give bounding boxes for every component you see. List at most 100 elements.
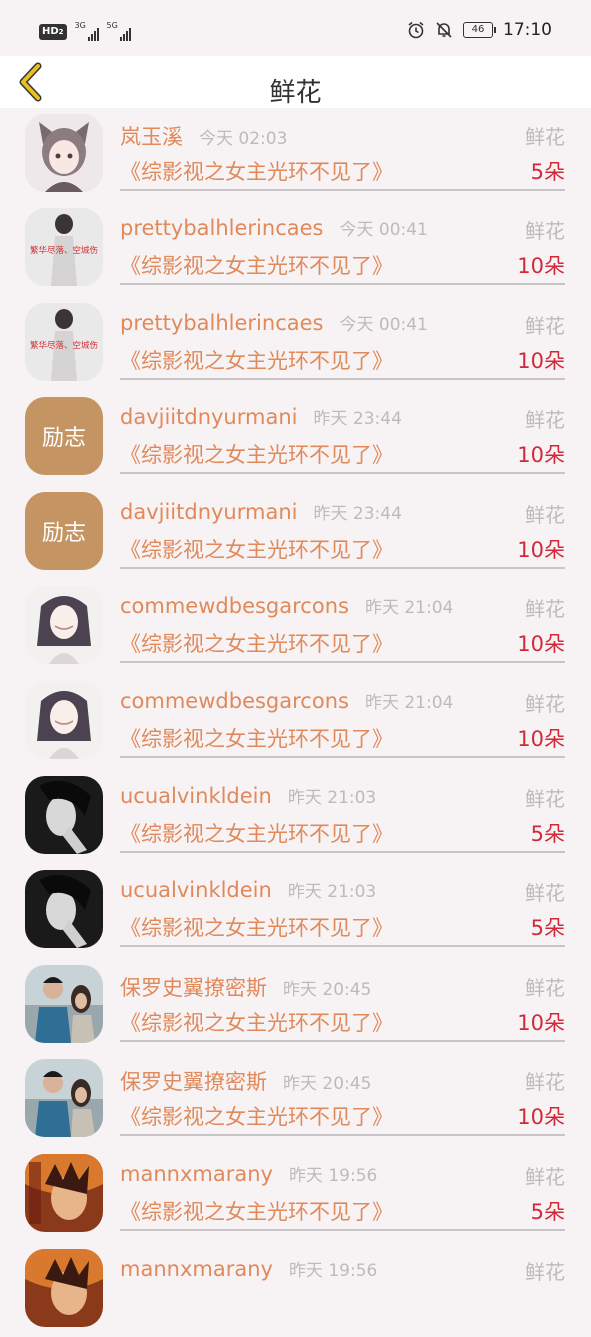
gift-type-label: 鲜花 (525, 1259, 565, 1284)
username-text[interactable]: mannxmarany (120, 1257, 273, 1281)
avatar[interactable]: 励志 (25, 491, 103, 570)
username-text[interactable]: prettybalhlerincaes (120, 216, 323, 240)
username-text[interactable]: 保罗史翼撩密斯 (120, 976, 267, 1000)
gift-amount: 10朵 (517, 1010, 565, 1035)
username[interactable]: prettybalhlerincaes 今天 00:41 (120, 310, 428, 335)
timestamp: 昨天 20:45 (283, 1074, 372, 1095)
avatar[interactable]: 励志 (25, 397, 103, 476)
timestamp: 昨天 21:03 (287, 787, 377, 808)
alarm-icon (408, 21, 424, 39)
book-title[interactable]: 《综影视之女主光环不见了》 (120, 156, 393, 186)
username[interactable]: commewdbesgarcons 昨天 21:04 (120, 593, 453, 618)
divider (120, 661, 565, 664)
list-item[interactable]: ucualvinkldein 昨天 21:03 鲜花 《综影视之女主光环不见了》 … (0, 770, 591, 865)
timestamp: 昨天 19:56 (288, 1165, 378, 1186)
book-title[interactable]: 《综影视之女主光环不见了》 (120, 818, 393, 848)
gift-amount: 10朵 (517, 443, 565, 468)
divider (120, 189, 565, 191)
timestamp: 昨天 19:56 (288, 1260, 378, 1281)
username-text[interactable]: ucualvinkldein (120, 784, 272, 808)
avatar[interactable] (25, 964, 103, 1043)
book-title[interactable]: 《综影视之女主光环不见了》 (120, 534, 393, 564)
gift-amount: 5朵 (530, 821, 565, 846)
avatar[interactable] (25, 586, 103, 665)
username[interactable]: 岚玉溪 今天 02:03 (120, 121, 287, 151)
avatar[interactable] (25, 1248, 103, 1327)
list-item[interactable]: 励志 davjiitdnyurmani 昨天 23:44 鲜花 《综影视之女主光环… (0, 486, 591, 581)
list-item[interactable]: mannxmarany 昨天 19:56 鲜花 (0, 1243, 591, 1337)
username[interactable]: 保罗史翼撩密斯 昨天 20:45 (120, 1066, 371, 1096)
username-text[interactable]: 岚玉溪 (120, 125, 183, 149)
avatar[interactable] (25, 1059, 103, 1138)
gift-type-label: 鲜花 (525, 125, 565, 149)
avatar[interactable] (25, 1153, 103, 1232)
book-title[interactable]: 《综影视之女主光环不见了》 (120, 345, 393, 375)
username[interactable]: mannxmarany 昨天 19:56 (120, 1161, 377, 1186)
list-item[interactable]: commewdbesgarcons 昨天 21:04 鲜花 《综影视之女主光环不见… (0, 580, 591, 675)
username[interactable]: commewdbesgarcons 昨天 21:04 (120, 688, 453, 713)
signal-icon-2: 5G (107, 21, 131, 41)
book-title[interactable]: 《综影视之女主光环不见了》 (120, 1101, 393, 1131)
list-item[interactable]: 繁华尽落、空城伤 prettybalhlerincaes 今天 00:41 鲜花 … (0, 202, 591, 297)
username[interactable]: davjiitdnyurmani 昨天 23:44 (120, 404, 402, 429)
book-title[interactable]: 《综影视之女主光环不见了》 (120, 628, 393, 658)
username[interactable]: davjiitdnyurmani 昨天 23:44 (120, 499, 402, 524)
list-item[interactable]: ucualvinkldein 昨天 21:03 鲜花 《综影视之女主光环不见了》 … (0, 864, 591, 959)
avatar-caption: 繁华尽落、空城伤 (29, 246, 98, 256)
avatar-caption: 励志 (41, 520, 86, 546)
username[interactable]: prettybalhlerincaes 今天 00:41 (120, 215, 428, 240)
gift-type-label: 鲜花 (525, 408, 565, 433)
divider (120, 472, 565, 475)
network-type-1: 3G (74, 21, 86, 30)
timestamp: 今天 02:03 (199, 129, 288, 149)
username[interactable]: mannxmarany 昨天 19:56 (120, 1256, 377, 1281)
signal-icon: 3G (74, 21, 99, 41)
divider (120, 566, 565, 569)
list-item[interactable]: commewdbesgarcons 昨天 21:04 鲜花 《综影视之女主光环不见… (0, 675, 591, 770)
divider (120, 1134, 565, 1137)
username-text[interactable]: commewdbesgarcons (120, 689, 349, 713)
timestamp: 今天 00:41 (339, 220, 428, 240)
avatar[interactable] (25, 775, 103, 854)
gift-amount: 5朵 (530, 1199, 565, 1224)
avatar[interactable] (25, 114, 103, 192)
avatar[interactable] (25, 680, 103, 759)
list-item[interactable]: 岚玉溪 今天 02:03 鲜花 《综影视之女主光环不见了》 5朵 (0, 108, 591, 202)
gift-amount: 5朵 (530, 916, 565, 941)
book-title[interactable]: 《综影视之女主光环不见了》 (120, 250, 393, 280)
divider (120, 377, 565, 380)
username[interactable]: 保罗史翼撩密斯 昨天 20:45 (120, 972, 371, 1002)
list-item[interactable]: 繁华尽落、空城伤 prettybalhlerincaes 今天 00:41 鲜花 … (0, 297, 591, 392)
avatar[interactable] (25, 870, 103, 949)
book-title[interactable]: 《综影视之女主光环不见了》 (120, 1007, 393, 1037)
username[interactable]: ucualvinkldein 昨天 21:03 (120, 783, 376, 808)
status-right: 46 17:10 (407, 20, 552, 40)
timestamp: 今天 00:41 (339, 314, 428, 335)
username[interactable]: ucualvinkldein 昨天 21:03 (120, 877, 376, 902)
avatar[interactable]: 繁华尽落、空城伤 (25, 208, 103, 286)
avatar[interactable]: 繁华尽落、空城伤 (25, 302, 103, 381)
hd-sub-label: 2 (58, 28, 64, 36)
hd-label: HD (42, 26, 59, 37)
battery-icon: 46 (463, 22, 496, 38)
username-text[interactable]: ucualvinkldein (120, 878, 272, 902)
username-text[interactable]: 保罗史翼撩密斯 (120, 1070, 267, 1094)
book-title[interactable]: 《综影视之女主光环不见了》 (120, 439, 393, 469)
gift-type-label: 鲜花 (525, 1070, 565, 1095)
username-text[interactable]: davjiitdnyurmani (120, 405, 297, 429)
book-title[interactable]: 《综影视之女主光环不见了》 (120, 912, 393, 942)
username-text[interactable]: mannxmarany (120, 1162, 273, 1186)
book-title[interactable]: 《综影视之女主光环不见了》 (120, 1196, 393, 1226)
gift-type-label: 鲜花 (525, 881, 565, 906)
gift-type-label: 鲜花 (525, 975, 565, 1000)
clock: 17:10 (503, 20, 552, 40)
list-item[interactable]: 励志 davjiitdnyurmani 昨天 23:44 鲜花 《综影视之女主光环… (0, 391, 591, 486)
list-item[interactable]: 保罗史翼撩密斯 昨天 20:45 鲜花 《综影视之女主光环不见了》 10朵 (0, 1053, 591, 1148)
username-text[interactable]: prettybalhlerincaes (120, 311, 323, 335)
list-item[interactable]: 保罗史翼撩密斯 昨天 20:45 鲜花 《综影视之女主光环不见了》 10朵 (0, 959, 591, 1054)
gift-record-list: 岚玉溪 今天 02:03 鲜花 《综影视之女主光环不见了》 5朵 繁华尽落、空城伤… (0, 108, 591, 1337)
list-item[interactable]: mannxmarany 昨天 19:56 鲜花 《综影视之女主光环不见了》 5朵 (0, 1148, 591, 1243)
username-text[interactable]: davjiitdnyurmani (120, 500, 297, 524)
book-title[interactable]: 《综影视之女主光环不见了》 (120, 723, 393, 753)
username-text[interactable]: commewdbesgarcons (120, 594, 349, 618)
